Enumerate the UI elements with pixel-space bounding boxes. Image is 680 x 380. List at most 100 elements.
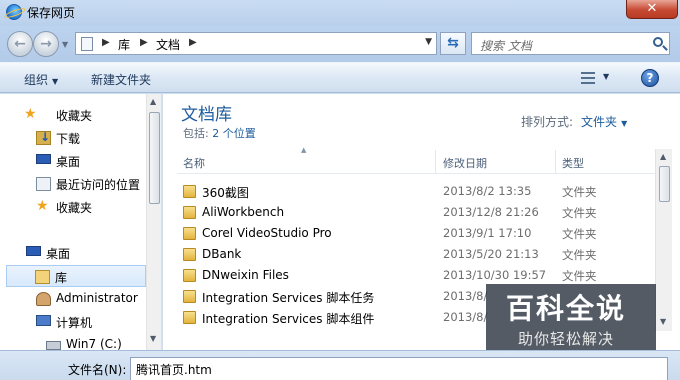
- nav-item-label: 收藏夹: [56, 109, 93, 123]
- nav-item-drive-c[interactable]: Win7 (C:): [0, 334, 146, 350]
- new-folder-button[interactable]: 新建文件夹: [91, 71, 151, 88]
- arrange-by: 排列方式: 文件夹 ▼: [521, 113, 627, 130]
- navigation-scrollbar[interactable]: ▲ ▼: [146, 94, 161, 350]
- forward-button[interactable]: →: [33, 31, 59, 57]
- file-type: 文件夹: [562, 227, 597, 241]
- desktop-icon: [36, 154, 51, 164]
- nav-item-label: 桌面: [46, 247, 71, 261]
- file-row[interactable]: DNweixin Files 2013/10/30 19:57 文件夹: [177, 265, 655, 286]
- recent-pages-dropdown[interactable]: ▼: [62, 40, 68, 49]
- title-bar: 保存网页 ✕: [0, 0, 680, 26]
- favorites-star-icon: ★: [36, 198, 49, 214]
- column-header-type[interactable]: 类型: [556, 150, 655, 173]
- drive-icon: [46, 341, 61, 350]
- column-header-label: 修改日期: [443, 157, 487, 170]
- scrollbar-thumb[interactable]: [149, 112, 160, 204]
- organize-label: 组织: [24, 73, 49, 87]
- search-placeholder: 搜索 文档: [480, 39, 532, 53]
- header-divider: [177, 173, 655, 174]
- library-includes: 包括: 2 个位置: [183, 125, 256, 141]
- filename-input[interactable]: [130, 357, 668, 380]
- search-input[interactable]: 搜索 文档: [471, 32, 670, 55]
- file-name: 360截图: [202, 186, 249, 200]
- file-type: 文件夹: [562, 206, 597, 220]
- organize-button[interactable]: 组织 ▼: [24, 71, 58, 88]
- file-row[interactable]: DBank 2013/5/20 21:13 文件夹: [177, 244, 655, 265]
- file-name: Integration Services 脚本任务: [202, 291, 375, 305]
- window-title: 保存网页: [27, 6, 76, 20]
- address-dropdown-icon[interactable]: ▼: [425, 37, 432, 47]
- file-name: AliWorkbench: [202, 205, 285, 219]
- file-list-scrollbar[interactable]: ▲ ▼: [655, 149, 672, 331]
- nav-item-favorites[interactable]: ★ 收藏夹: [16, 104, 162, 126]
- watermark-logo: 百科全说 助你轻松解决: [486, 284, 656, 354]
- address-row: ← → ▼ ▶ 库 ▶ 文档 ▶ ▼ ⇆ 搜索 文档: [0, 26, 680, 62]
- downloads-folder-icon: [36, 130, 51, 145]
- refresh-icon: ⇆: [447, 35, 459, 51]
- scrollbar-thumb[interactable]: [659, 166, 670, 202]
- view-dropdown-icon[interactable]: ▼: [603, 72, 609, 81]
- navigation-pane: ★ 收藏夹 下载 桌面 最近访问的位置 ★ 收藏夹 桌面 库 Administr…: [0, 94, 162, 350]
- nav-item-label: 最近访问的位置: [56, 178, 141, 192]
- desktop-icon: [26, 246, 41, 256]
- arrange-label: 排列方式:: [521, 115, 574, 129]
- arrange-dropdown[interactable]: 文件夹: [581, 115, 617, 129]
- user-folder-icon: [36, 292, 51, 306]
- nav-item-downloads[interactable]: 下载: [0, 127, 146, 149]
- nav-item-recent-places[interactable]: 最近访问的位置: [0, 173, 146, 195]
- folder-icon: [183, 185, 196, 198]
- file-name: DNweixin Files: [202, 268, 289, 282]
- file-row[interactable]: 360截图 2013/8/2 13:35 文件夹: [177, 181, 655, 202]
- nav-item-desktop[interactable]: 桌面: [0, 150, 146, 172]
- chevron-down-icon: ▼: [52, 77, 59, 86]
- file-row[interactable]: Corel VideoStudio Pro 2013/9/1 17:10 文件夹: [177, 223, 655, 244]
- file-type: 文件夹: [562, 248, 597, 262]
- close-button[interactable]: ✕: [626, 0, 678, 19]
- scroll-up-icon[interactable]: ▲: [150, 97, 156, 106]
- nav-item-favorites-link[interactable]: ★ 收藏夹: [0, 196, 146, 218]
- command-bar: 组织 ▼ 新建文件夹 ▼ ?: [0, 62, 680, 93]
- breadcrumb-chevron-icon[interactable]: ▶: [102, 37, 110, 48]
- file-date: 2013/9/1 17:10: [443, 226, 532, 240]
- breadcrumb-libraries[interactable]: 库: [118, 36, 130, 53]
- refresh-button[interactable]: ⇆: [440, 32, 466, 55]
- nav-item-administrator[interactable]: Administrator: [0, 288, 146, 310]
- nav-item-desktop-root[interactable]: 桌面: [0, 242, 146, 264]
- file-date: 2013/8/: [443, 289, 488, 303]
- chevron-down-icon[interactable]: ▼: [621, 119, 627, 128]
- file-name: Corel VideoStudio Pro: [202, 226, 332, 240]
- file-name: Integration Services 脚本组件: [202, 312, 375, 326]
- includes-label: 包括:: [183, 127, 209, 140]
- file-date: 2013/12/8 21:26: [443, 205, 539, 219]
- nav-item-libraries[interactable]: 库: [6, 265, 146, 287]
- address-bar[interactable]: ▶ 库 ▶ 文档 ▶ ▼: [75, 32, 437, 55]
- scroll-down-icon[interactable]: ▼: [660, 317, 666, 326]
- column-header-date[interactable]: 修改日期: [437, 150, 556, 173]
- folder-icon: [183, 311, 196, 324]
- watermark-title: 百科全说: [506, 292, 627, 325]
- nav-item-computer[interactable]: 计算机: [0, 311, 146, 333]
- search-icon[interactable]: [653, 37, 663, 47]
- includes-locations-link[interactable]: 2 个位置: [212, 127, 256, 140]
- file-date: 2013/5/20 21:13: [443, 247, 539, 261]
- nav-item-label: 计算机: [56, 316, 93, 330]
- help-icon[interactable]: ?: [641, 69, 659, 87]
- breadcrumb-chevron-icon[interactable]: ▶: [140, 37, 148, 48]
- column-header-name[interactable]: 名称: [177, 150, 436, 173]
- view-options-icon[interactable]: [581, 72, 595, 84]
- file-row[interactable]: AliWorkbench 2013/12/8 21:26 文件夹: [177, 202, 655, 223]
- folder-icon: [183, 248, 196, 261]
- nav-item-label: 桌面: [56, 155, 81, 169]
- nav-item-label: 下载: [56, 132, 81, 146]
- back-button[interactable]: ←: [7, 31, 33, 57]
- folder-icon: [183, 290, 196, 303]
- nav-item-label: 库: [55, 271, 68, 285]
- scroll-up-icon[interactable]: ▲: [660, 152, 666, 161]
- library-title: 文档库: [181, 105, 232, 125]
- scroll-down-icon[interactable]: ▼: [150, 334, 156, 343]
- filename-label: 文件名(N):: [68, 363, 127, 377]
- breadcrumb-documents[interactable]: 文档: [156, 36, 180, 53]
- breadcrumb-chevron-icon[interactable]: ▶: [189, 37, 197, 48]
- nav-item-label: Administrator: [56, 291, 138, 305]
- file-date: 2013/8/: [443, 310, 488, 324]
